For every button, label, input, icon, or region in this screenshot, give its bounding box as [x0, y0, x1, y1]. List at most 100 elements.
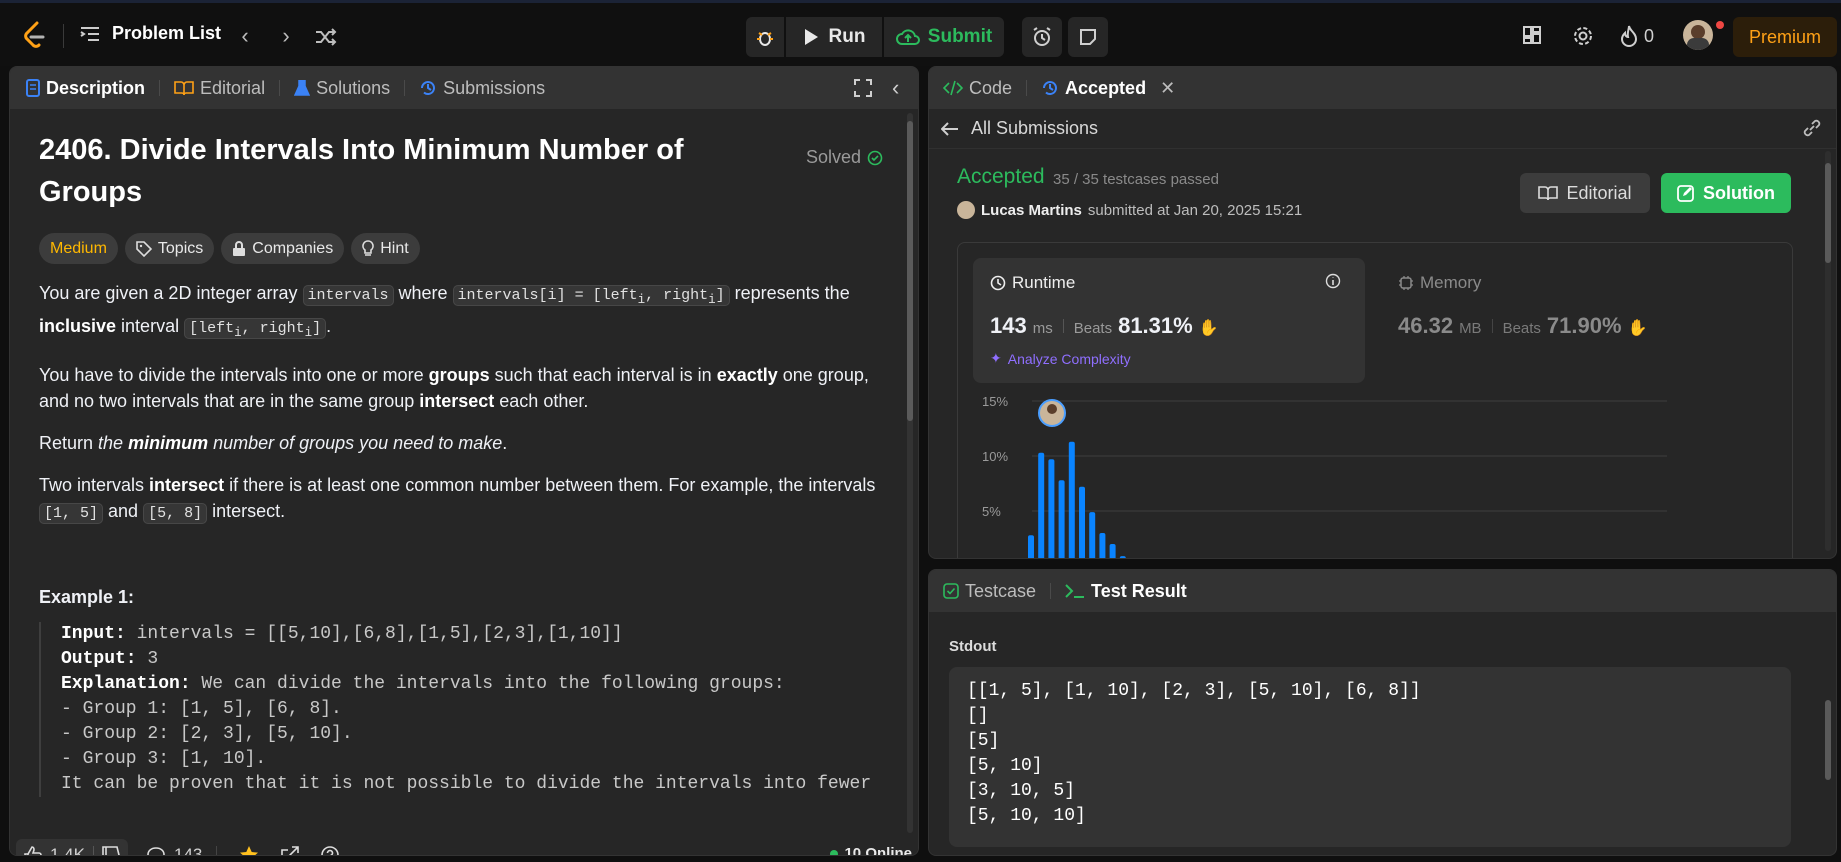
analyze-label: Analyze Complexity: [1007, 350, 1131, 367]
debug-button[interactable]: [746, 17, 784, 57]
next-problem-button[interactable]: ›: [274, 25, 298, 49]
tab-solutions[interactable]: Solutions: [294, 78, 390, 99]
input-label: Input:: [61, 624, 126, 644]
scrollbar-thumb[interactable]: [1825, 163, 1831, 263]
settings-gear-icon[interactable]: [1572, 25, 1594, 47]
submission-scrollbar[interactable]: [1825, 151, 1831, 551]
runtime-values: 143 ms Beats 81.31% ✋: [990, 313, 1219, 339]
run-button[interactable]: Run: [786, 17, 882, 57]
submitter-name[interactable]: Lucas Martins: [981, 202, 1082, 219]
editorial-button[interactable]: Editorial: [1520, 173, 1650, 213]
thumbs-down-icon[interactable]: [102, 846, 120, 855]
user-avatar[interactable]: [1683, 20, 1713, 50]
hint-chip[interactable]: Hint: [351, 233, 420, 264]
chart-bar[interactable]: [1079, 486, 1085, 559]
all-submissions-bar: All Submissions: [929, 109, 1836, 149]
tab-submissions[interactable]: Submissions: [419, 78, 545, 99]
example-group-2: - Group 2: [2, 3], [5, 10].: [61, 724, 353, 744]
chip-label: Topics: [157, 239, 204, 257]
layout-grid-icon[interactable]: [1522, 25, 1542, 45]
memory-unit: MB: [1459, 320, 1482, 337]
streak-counter[interactable]: 0: [1620, 25, 1654, 47]
tab-editorial[interactable]: Editorial: [174, 78, 265, 99]
solution-button[interactable]: Solution: [1661, 173, 1791, 213]
divider: [1491, 319, 1493, 333]
maximize-icon[interactable]: [854, 79, 872, 97]
topics-chip[interactable]: Topics: [124, 233, 215, 264]
chart-bar[interactable]: [1038, 452, 1045, 559]
difficulty-badge: Medium: [39, 233, 118, 264]
tab-code[interactable]: Code: [943, 78, 1012, 99]
premium-button[interactable]: Premium: [1733, 17, 1837, 57]
example-group-1: - Group 1: [1, 5], [6, 8].: [61, 699, 342, 719]
tab-accepted[interactable]: Accepted ✕: [1041, 78, 1175, 99]
problem-list-label: Problem List: [112, 23, 222, 43]
history-icon: [1041, 79, 1059, 97]
submitter-avatar[interactable]: [957, 201, 975, 219]
chart-bar[interactable]: [1089, 512, 1096, 559]
check-circle-icon: [867, 150, 883, 166]
companies-chip[interactable]: Companies: [221, 233, 345, 264]
tab-testcase[interactable]: Testcase: [943, 581, 1036, 602]
test-result-panel: Testcase Test Result Stdout [[1, 5], [1,…: [928, 569, 1837, 856]
tab-label: Submissions: [443, 77, 546, 98]
leetcode-logo-icon[interactable]: [22, 21, 48, 51]
description-scrollbar[interactable]: [907, 113, 913, 833]
chart-bar[interactable]: [1058, 480, 1065, 559]
prev-problem-button[interactable]: ‹: [233, 25, 257, 49]
code-icon: [943, 80, 963, 96]
chart-bar[interactable]: [1028, 535, 1034, 559]
chart-bar[interactable]: [1068, 441, 1075, 559]
memory-heading[interactable]: Memory: [1398, 273, 1481, 293]
star-icon[interactable]: [239, 845, 259, 855]
test-tabbar: Testcase Test Result: [929, 570, 1836, 612]
tab-label: Solutions: [316, 77, 391, 98]
tab-test-result[interactable]: Test Result: [1065, 581, 1187, 602]
tab-description[interactable]: Description: [26, 78, 145, 99]
stdout-line: [5, 10, 10]: [967, 806, 1086, 826]
edit-icon: [1677, 184, 1695, 202]
tab-label: Description: [46, 77, 146, 98]
like-dislike-group: 1.4K: [16, 839, 128, 855]
divider: [216, 846, 218, 855]
tab-label: Testcase: [965, 580, 1037, 601]
play-icon: [803, 28, 819, 46]
chart-bar[interactable]: [1048, 459, 1055, 559]
thumbs-up-icon[interactable]: [24, 846, 42, 855]
submit-button[interactable]: Submit: [884, 17, 1004, 57]
divider: [1026, 80, 1028, 96]
explanation-label: Explanation:: [61, 674, 191, 694]
performance-stats: Runtime 143 ms Beats 81.31% ✋ ✦ Analyze …: [957, 242, 1793, 559]
chart-bar[interactable]: [1109, 544, 1116, 559]
editorial-label: Editorial: [1566, 182, 1632, 203]
scrollbar-thumb[interactable]: [907, 121, 913, 421]
alarm-clock-icon: [1031, 26, 1053, 48]
back-arrow-icon[interactable]: [941, 121, 959, 136]
sparkle-icon: ✦: [990, 350, 1002, 366]
run-controls: Run Submit: [746, 17, 1108, 57]
bug-icon: [755, 27, 775, 47]
result-scrollbar[interactable]: [1825, 700, 1831, 780]
timer-button[interactable]: [1022, 17, 1062, 57]
problem-list-button[interactable]: Problem List: [80, 23, 221, 44]
all-submissions-link[interactable]: All Submissions: [971, 118, 1098, 139]
chart-bar[interactable]: [1119, 556, 1126, 559]
help-icon[interactable]: [321, 846, 340, 855]
analyze-complexity-link[interactable]: ✦ Analyze Complexity: [990, 350, 1131, 367]
close-tab-icon[interactable]: ✕: [1160, 78, 1175, 99]
shuffle-icon[interactable]: [314, 25, 338, 49]
submit-label: Submit: [927, 26, 993, 47]
info-icon[interactable]: [1325, 273, 1341, 289]
online-indicator: 10 Online: [830, 845, 912, 856]
comments-button[interactable]: 143: [146, 845, 202, 855]
runtime-card[interactable]: Runtime 143 ms Beats 81.31% ✋ ✦ Analyze …: [973, 258, 1365, 383]
user-position-marker[interactable]: [1038, 399, 1066, 427]
runtime-beats: 81.31%: [1118, 313, 1193, 338]
collapse-icon[interactable]: ‹: [892, 77, 899, 99]
link-icon[interactable]: [1802, 119, 1822, 137]
share-icon[interactable]: [281, 846, 300, 855]
online-count: 10 Online: [844, 845, 912, 856]
notes-button[interactable]: [1068, 17, 1108, 57]
output-label: Output:: [61, 649, 137, 669]
chart-bar[interactable]: [1099, 533, 1106, 559]
